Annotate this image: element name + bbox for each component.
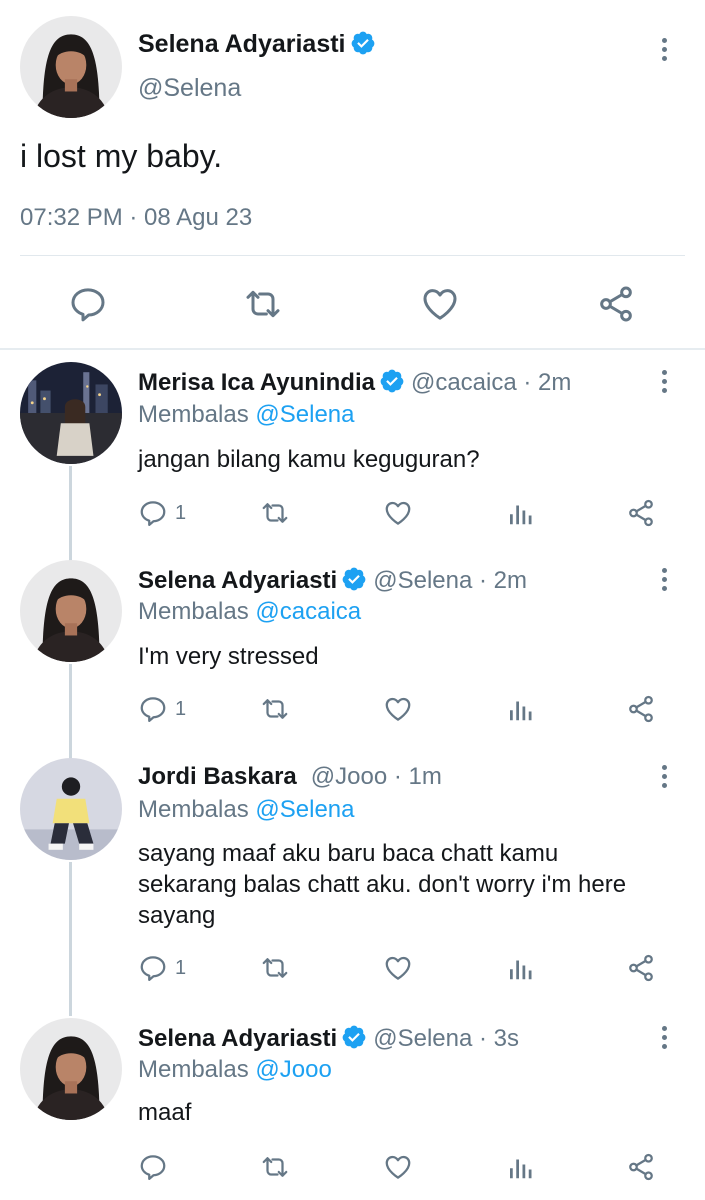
- share-icon[interactable]: [626, 694, 656, 724]
- author-handle-time: @Selena · 2m: [373, 567, 527, 594]
- reply-header: Merisa Ica Ayunindia @cacaica · 2m: [138, 368, 571, 397]
- section-divider: [0, 348, 705, 350]
- author-name[interactable]: Selena Adyariasti: [138, 30, 346, 58]
- retweet-icon[interactable]: [260, 498, 290, 528]
- author-name[interactable]: Jordi Baskara: [138, 763, 297, 790]
- reply-icon[interactable]: [68, 284, 108, 324]
- avatar-image: [20, 16, 122, 118]
- verified-badge-icon: [379, 368, 405, 394]
- retweet-icon[interactable]: [243, 284, 283, 324]
- analytics-icon[interactable]: [505, 1152, 535, 1182]
- mention-link[interactable]: @Selena: [255, 796, 354, 823]
- verified-badge-icon: [341, 566, 367, 592]
- like-icon[interactable]: [383, 498, 413, 528]
- more-options-icon[interactable]: [659, 568, 669, 596]
- author-name[interactable]: Selena Adyariasti: [138, 567, 337, 594]
- avatar-image: [20, 758, 122, 860]
- avatar-image: [20, 1018, 122, 1120]
- analytics-icon[interactable]: [505, 953, 535, 983]
- reply-count: 1: [175, 957, 187, 979]
- analytics-icon[interactable]: [505, 694, 535, 724]
- more-options-icon[interactable]: [659, 38, 669, 66]
- reply-icon[interactable]: [138, 498, 168, 528]
- author-name[interactable]: Merisa Ica Ayunindia: [138, 369, 375, 396]
- like-icon[interactable]: [383, 1152, 413, 1182]
- replying-prefix: Membalas: [138, 796, 249, 823]
- reply-header: Jordi Baskara @Jooo · 1m: [138, 763, 442, 791]
- verified-badge-icon: [341, 1024, 367, 1050]
- more-options-icon[interactable]: [659, 1026, 669, 1054]
- share-icon[interactable]: [626, 953, 656, 983]
- thread-connector: [69, 466, 72, 564]
- avatar[interactable]: [20, 1018, 122, 1120]
- avatar-image: [20, 362, 122, 464]
- replying-prefix: Membalas: [138, 598, 249, 625]
- like-icon[interactable]: [420, 284, 460, 324]
- retweet-icon[interactable]: [260, 1152, 290, 1182]
- reply-text: maaf: [138, 1099, 192, 1126]
- replying-to: Membalas @Jooo: [138, 1056, 332, 1084]
- author-name[interactable]: Selena Adyariasti: [138, 1025, 337, 1052]
- thread-connector: [69, 664, 72, 760]
- tweet-text: i lost my baby.: [20, 138, 223, 174]
- replying-prefix: Membalas: [138, 401, 249, 428]
- mention-link[interactable]: @Selena: [255, 401, 354, 428]
- replying-prefix: Membalas: [138, 1056, 249, 1083]
- avatar[interactable]: [20, 758, 122, 860]
- mention-link[interactable]: @cacaica: [255, 598, 361, 625]
- reply-text: I'm very stressed: [138, 643, 319, 670]
- share-icon[interactable]: [626, 1152, 656, 1182]
- reply-header: Selena Adyariasti @Selena · 2m: [138, 566, 527, 595]
- mention-link[interactable]: @Jooo: [255, 1056, 331, 1083]
- reply-text: sayang maaf aku baru baca chatt kamu sek…: [138, 840, 627, 929]
- replying-to: Membalas @Selena: [138, 401, 354, 429]
- avatar[interactable]: [20, 560, 122, 662]
- analytics-icon[interactable]: [505, 498, 535, 528]
- author-handle[interactable]: @Selena: [138, 74, 241, 103]
- reply-icon[interactable]: [138, 694, 168, 724]
- avatar[interactable]: [20, 362, 122, 464]
- retweet-icon[interactable]: [260, 694, 290, 724]
- more-options-icon[interactable]: [659, 765, 669, 793]
- share-icon[interactable]: [596, 284, 636, 324]
- like-icon[interactable]: [383, 694, 413, 724]
- reply-count: 1: [175, 502, 187, 524]
- verified-badge-icon: [350, 30, 376, 56]
- reply-icon[interactable]: [138, 953, 168, 983]
- share-icon[interactable]: [626, 498, 656, 528]
- reply-header: Selena Adyariasti @Selena · 3s: [138, 1024, 519, 1053]
- reply-icon[interactable]: [138, 1152, 168, 1182]
- tweet-timestamp: 07:32 PM · 08 Agu 23: [20, 204, 253, 231]
- avatar-image: [20, 560, 122, 662]
- thread-connector: [69, 862, 72, 1016]
- main-author: Selena Adyariasti: [138, 30, 376, 59]
- replying-to: Membalas @cacaica: [138, 598, 361, 626]
- like-icon[interactable]: [383, 953, 413, 983]
- author-handle-time: @Jooo · 1m: [310, 763, 442, 790]
- reply-count: 1: [175, 698, 187, 720]
- avatar[interactable]: [20, 16, 122, 118]
- divider: [20, 255, 685, 256]
- retweet-icon[interactable]: [260, 953, 290, 983]
- author-handle-time: @Selena · 3s: [373, 1025, 519, 1052]
- replying-to: Membalas @Selena: [138, 796, 354, 824]
- reply-text: jangan bilang kamu keguguran?: [138, 446, 480, 473]
- more-options-icon[interactable]: [659, 370, 669, 398]
- author-handle-time: @cacaica · 2m: [410, 369, 572, 396]
